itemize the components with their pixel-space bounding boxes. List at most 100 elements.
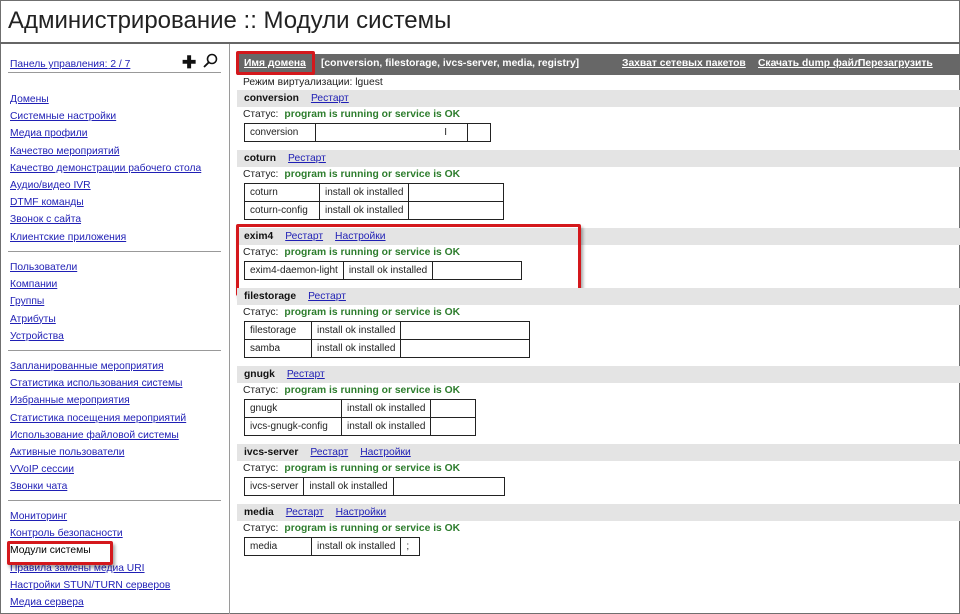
sidebar-item-dtmf[interactable]: DTMF команды bbox=[10, 197, 84, 208]
package-extra bbox=[430, 399, 477, 418]
module-toolbar: Имя домена [conversion, filestorage, ivc… bbox=[236, 51, 960, 75]
sidebar-item-desktop-quality[interactable]: Качество демонстрации рабочего стола bbox=[10, 163, 201, 174]
package-extra bbox=[400, 321, 531, 340]
sidebar-item-favorites[interactable]: Избранные мероприятия bbox=[10, 395, 130, 406]
table-row: coturn-config install ok installed bbox=[244, 201, 505, 220]
sidebar-item-fs-usage[interactable]: Использование файловой системы bbox=[10, 430, 179, 441]
restart-link[interactable]: Рестарт bbox=[310, 447, 348, 458]
sidebar-group-stats: Запланированные мероприятия Статистика и… bbox=[10, 358, 186, 496]
sidebar-item-companies[interactable]: Компании bbox=[10, 279, 57, 290]
package-state: install ok installed bbox=[318, 183, 410, 202]
sidebar-item-conference-quality[interactable]: Качество мероприятий bbox=[10, 146, 120, 157]
sidebar-divider bbox=[8, 251, 221, 252]
sidebar-item-security[interactable]: Контроль безопасности bbox=[10, 528, 123, 539]
table-row: conversion I bbox=[244, 123, 491, 142]
search-icon[interactable] bbox=[203, 53, 218, 73]
sidebar-item-system-settings[interactable]: Системные настройки bbox=[10, 111, 116, 122]
sidebar-group-users: Пользователи Компании Группы Атрибуты Ус… bbox=[10, 259, 77, 345]
package-name: ivcs-server bbox=[243, 477, 305, 496]
restart-link[interactable]: Рестарт bbox=[286, 507, 324, 518]
sidebar-divider bbox=[8, 350, 221, 351]
package-state: install ok installed bbox=[340, 399, 432, 418]
package-state: install ok installed bbox=[310, 537, 402, 556]
package-name: samba bbox=[244, 339, 312, 358]
reboot-link[interactable]: Перезагрузить bbox=[858, 58, 933, 69]
sidebar: Панель управления: 2 / 7 ✚ Домены Систем… bbox=[0, 44, 230, 614]
status-label: Статус: bbox=[243, 307, 279, 318]
status-text: program is running or service is OK bbox=[284, 523, 461, 534]
restart-link[interactable]: Рестарт bbox=[287, 369, 325, 380]
download-dump-link[interactable]: Скачать dump файл bbox=[758, 58, 861, 69]
package-name: gnugk bbox=[244, 399, 342, 418]
status-label: Статус: bbox=[243, 169, 279, 180]
package-table: gnugk install ok installed ivcs-gnugk-co… bbox=[244, 399, 477, 436]
sidebar-item-users[interactable]: Пользователи bbox=[10, 262, 77, 273]
table-row: media install ok installed ; bbox=[244, 537, 421, 556]
highlight-box bbox=[236, 51, 315, 75]
status-text: program is running or service is OK bbox=[284, 385, 461, 396]
sidebar-item-vvoip[interactable]: VVoIP сессии bbox=[10, 464, 74, 475]
sidebar-item-active-users[interactable]: Активные пользователи bbox=[10, 447, 124, 458]
restart-link[interactable]: Рестарт bbox=[288, 153, 326, 164]
package-table: filestorage install ok installed samba i… bbox=[244, 321, 531, 358]
sidebar-item-web-call[interactable]: Звонок с сайта bbox=[10, 214, 81, 225]
sidebar-item-attributes[interactable]: Атрибуты bbox=[10, 314, 56, 325]
package-extra bbox=[430, 417, 477, 436]
sidebar-item-scheduled[interactable]: Запланированные мероприятия bbox=[10, 361, 164, 372]
package-table: coturn install ok installed coturn-confi… bbox=[244, 183, 505, 220]
sidebar-item-client-apps[interactable]: Клиентские приложения bbox=[10, 232, 126, 243]
package-name: coturn bbox=[244, 183, 320, 202]
sidebar-item-media-servers[interactable]: Медиа сервера bbox=[10, 597, 84, 608]
settings-link[interactable]: Настройки bbox=[360, 447, 411, 458]
sidebar-item-groups[interactable]: Группы bbox=[10, 296, 44, 307]
status-label: Статус: bbox=[243, 109, 279, 120]
module-name: coturn bbox=[244, 153, 277, 164]
status-text: program is running or service is OK bbox=[284, 169, 461, 180]
module-section: filestorage Рестарт Статус: program is run… bbox=[237, 288, 960, 358]
package-table: conversion I bbox=[244, 123, 491, 142]
plus-icon[interactable]: ✚ bbox=[182, 53, 196, 73]
module-section: exim4 Рестарт Настройки Статус: program is … bbox=[236, 224, 960, 296]
package-state: install ok installed bbox=[310, 321, 402, 340]
sidebar-divider bbox=[8, 72, 221, 73]
sidebar-item-devices[interactable]: Устройства bbox=[10, 331, 64, 342]
package-name: coturn-config bbox=[244, 201, 320, 220]
sidebar-group-settings: Домены Системные настройки Медиа профили… bbox=[10, 91, 201, 246]
status-text: program is running or service is OK bbox=[284, 463, 461, 474]
sidebar-item-chat-calls[interactable]: Звонки чата bbox=[10, 481, 67, 492]
package-extra bbox=[467, 123, 491, 142]
module-section: coturn Рестарт Статус: program is running … bbox=[237, 150, 960, 220]
package-extra bbox=[408, 183, 505, 202]
package-name: filestorage bbox=[244, 321, 312, 340]
module-name: conversion bbox=[244, 93, 299, 104]
sidebar-item-attendance[interactable]: Статистика посещения мероприятий bbox=[10, 413, 186, 424]
status-text: program is running or service is OK bbox=[284, 109, 461, 120]
status-label: Статус: bbox=[243, 385, 279, 396]
package-state: I bbox=[315, 123, 468, 142]
sidebar-item-av-ivr[interactable]: Аудио/видео IVR bbox=[10, 180, 91, 191]
sidebar-item-domains[interactable]: Домены bbox=[10, 94, 49, 105]
status-text: program is running or service is OK bbox=[284, 307, 461, 318]
status-label: Статус: bbox=[243, 523, 279, 534]
package-state: install ok installed bbox=[310, 339, 402, 358]
main-content: Имя домена [conversion, filestorage, ivc… bbox=[236, 51, 960, 556]
sidebar-item-stun-turn[interactable]: Настройки STUN/TURN серверов bbox=[10, 580, 170, 591]
table-row: ivcs-gnugk-config install ok installed bbox=[244, 417, 477, 436]
sidebar-item-media-profiles[interactable]: Медиа профили bbox=[10, 128, 88, 139]
control-panel-link[interactable]: Панель управления: 2 / 7 bbox=[10, 59, 130, 70]
sidebar-item-monitoring[interactable]: Мониторинг bbox=[10, 511, 67, 522]
package-table: media install ok installed ; bbox=[244, 537, 421, 556]
package-name: ivcs-gnugk-config bbox=[244, 417, 342, 436]
status-label: Статус: bbox=[243, 463, 279, 474]
sidebar-item-usage-stats[interactable]: Статистика использования системы bbox=[10, 378, 182, 389]
restart-link[interactable]: Рестарт bbox=[311, 93, 349, 104]
module-name: ivcs-server bbox=[244, 447, 299, 458]
package-extra bbox=[392, 477, 505, 496]
module-name: media bbox=[244, 507, 274, 518]
settings-link[interactable]: Настройки bbox=[336, 507, 387, 518]
capture-packets-link[interactable]: Захват сетевых пакетов bbox=[622, 58, 746, 69]
package-table: ivcs-server install ok installed bbox=[243, 477, 505, 496]
package-name: media bbox=[244, 537, 312, 556]
package-extra bbox=[400, 339, 531, 358]
restart-link[interactable]: Рестарт bbox=[308, 291, 346, 302]
